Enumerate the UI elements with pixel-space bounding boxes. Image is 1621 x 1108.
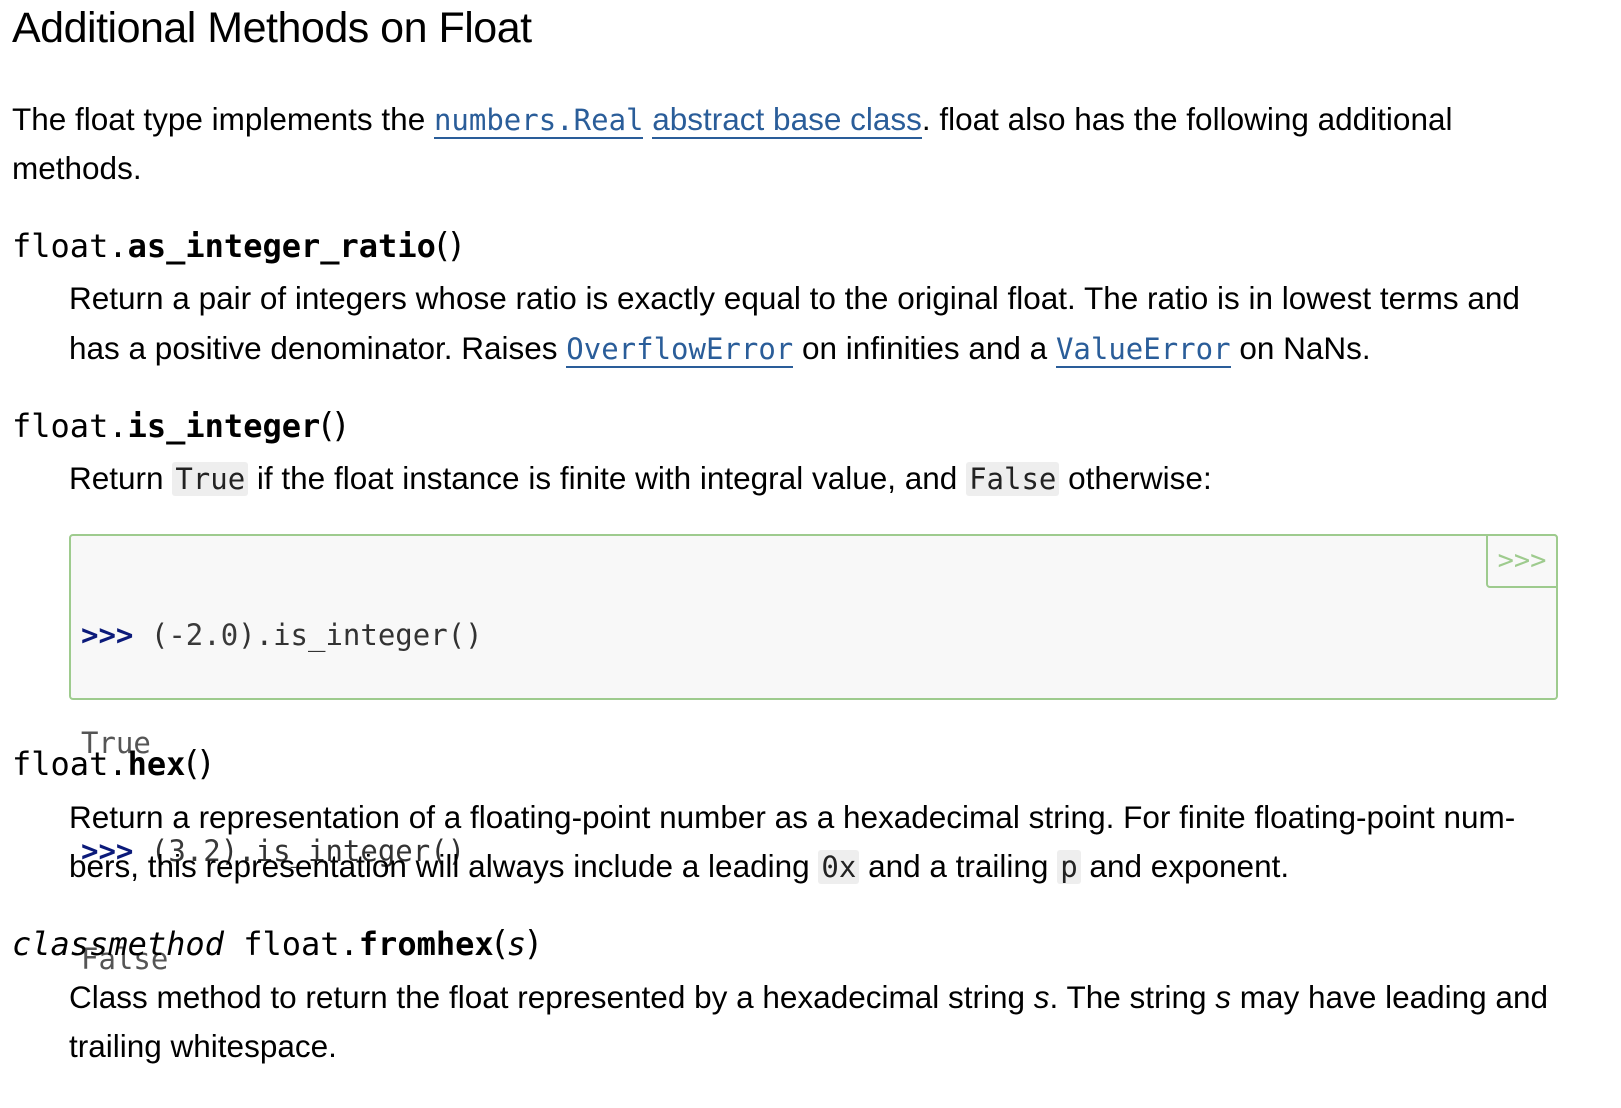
numbers-real-link[interactable]: numbers.Real <box>433 103 644 139</box>
inline-code-0x: 0x <box>818 850 860 884</box>
method-signature-fromhex: classmethod float.fromhex(s) <box>12 924 540 964</box>
fromhex-description-line1: Class method to return the float represe… <box>69 979 1548 1015</box>
intro-text-after: . float also has the following additiona… <box>921 101 1453 137</box>
fromhex-description-line2: trailing whitespace. <box>69 1028 337 1064</box>
repl-prompt: >>> <box>81 618 151 652</box>
param-reference: s <box>1033 979 1050 1015</box>
method-signature-hex: float.hex() <box>12 742 212 786</box>
method-param: s <box>506 925 527 963</box>
intro-paragraph-line1: The float type implements the numbers.Re… <box>12 94 1452 145</box>
code-line: >>> (-2.0).is_integer() <box>81 618 483 652</box>
inline-code-true: True <box>172 462 249 496</box>
is-integer-description: Return True if the float instance is fin… <box>69 460 1212 496</box>
section-heading: Additional Methods on Float <box>12 4 532 52</box>
abstract-base-class-link[interactable]: abstract base class <box>652 101 922 139</box>
hex-description-line1: Return a representation of a floating-po… <box>69 799 1516 835</box>
method-signature-is-integer: float.is_integer() <box>12 404 347 448</box>
as-integer-ratio-description-line1: Return a pair of integers whose ratio is… <box>69 280 1520 316</box>
overflowerror-link[interactable]: OverflowError <box>566 332 794 368</box>
signature-prefix: float. <box>12 227 128 265</box>
code-output: True <box>81 726 151 760</box>
inline-code-p: p <box>1057 850 1081 884</box>
as-integer-ratio-description-line2: has a positive denominator. Raises Overf… <box>69 330 1371 368</box>
valueerror-link[interactable]: ValueError <box>1055 332 1231 368</box>
signature-prefix: float. <box>12 745 128 783</box>
method-name: is_integer <box>127 407 321 445</box>
hex-description-line2: bers, this representation will always in… <box>69 848 1290 884</box>
method-params: () <box>185 744 212 784</box>
param-reference: s <box>1215 979 1232 1015</box>
method-signature-as-integer-ratio: float.as_integer_ratio() <box>12 224 462 268</box>
intro-paragraph-line2: methods. <box>12 150 142 186</box>
signature-prefix: float. <box>243 925 359 963</box>
code-example-block: >>> (-2.0).is_integer() True >>> (3.2).i… <box>69 534 1558 976</box>
classmethod-keyword: classmethod <box>12 925 224 963</box>
code-number: -2.0 <box>168 618 239 652</box>
method-params: () <box>435 226 463 266</box>
method-name: as_integer_ratio <box>127 227 436 265</box>
signature-prefix: float. <box>12 407 128 445</box>
intro-text: The float type implements the <box>12 101 434 137</box>
method-name: fromhex <box>358 925 494 963</box>
method-name: hex <box>127 745 186 783</box>
inline-code-false: False <box>966 462 1060 496</box>
method-params: () <box>320 406 347 446</box>
toggle-prompt-button[interactable]: >>> <box>1486 534 1558 588</box>
